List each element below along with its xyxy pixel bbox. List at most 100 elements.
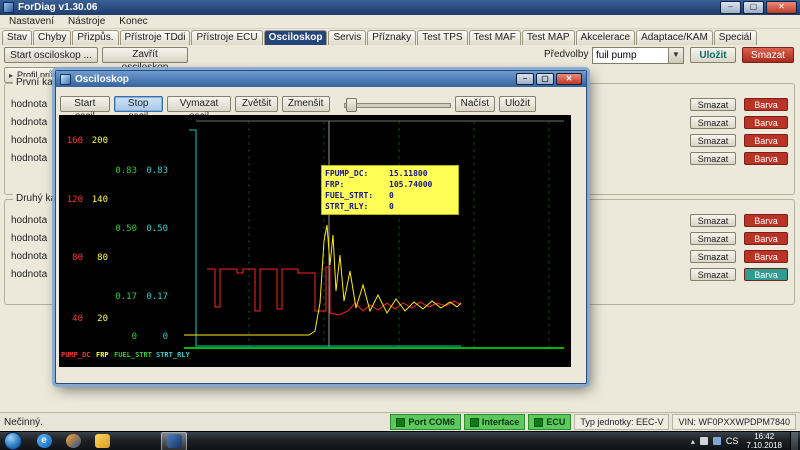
tooltip-signal-value: 0 bbox=[389, 190, 394, 201]
ulozit-oscil-button[interactable]: Uložit bbox=[499, 96, 536, 112]
system-tray: ▴ CS 16:42 7.10.2018 bbox=[691, 432, 798, 450]
smazat-row-button[interactable]: Smazat bbox=[690, 116, 736, 129]
vymazat-oscil-button[interactable]: Vymazat oscil bbox=[167, 96, 232, 112]
tooltip-signal-name: FPUMP_DC: bbox=[325, 168, 389, 179]
dialog-close-icon[interactable] bbox=[556, 73, 582, 85]
smazat-row-button[interactable]: Smazat bbox=[690, 250, 736, 263]
folder-taskbar-button[interactable] bbox=[90, 433, 114, 450]
tab-stav[interactable]: Stav bbox=[2, 30, 32, 46]
tab-test-map[interactable]: Test MAP bbox=[522, 30, 575, 46]
start-oscil-button[interactable]: Start oscil bbox=[60, 96, 110, 112]
menu-item-n-stroje[interactable]: Nástroje bbox=[61, 16, 112, 27]
tab-test-maf[interactable]: Test MAF bbox=[469, 30, 521, 46]
show-desktop-button[interactable] bbox=[790, 432, 798, 450]
start-osciloskop-button[interactable]: Start osciloskop ... bbox=[4, 47, 98, 63]
tooltip-signal-name: FUEL_STRT: bbox=[325, 190, 389, 201]
smazat-row-button[interactable]: Smazat bbox=[690, 134, 736, 147]
smazat-row-button[interactable]: Smazat bbox=[690, 98, 736, 111]
tab-adaptace-kam[interactable]: Adaptace/KAM bbox=[636, 30, 713, 46]
zoom-slider[interactable] bbox=[344, 97, 451, 111]
title-bar[interactable]: ForDiag v1.30.06 bbox=[0, 0, 800, 15]
barva-row-button[interactable]: Barva bbox=[744, 232, 788, 245]
tab-osciloskop[interactable]: Osciloskop bbox=[264, 30, 328, 46]
tooltip-signal-value: 0 bbox=[389, 201, 394, 212]
internet-explorer-icon: e bbox=[37, 434, 52, 448]
smazat-row-button[interactable]: Smazat bbox=[690, 214, 736, 227]
tooltip-signal-name: FRP: bbox=[325, 179, 389, 190]
folder-icon bbox=[95, 434, 110, 448]
oscilloscope-screen[interactable]: 1602000.830.831201400.500.5080800.170.17… bbox=[59, 115, 571, 367]
scope-tooltip: FPUMP_DC:15.11800FRP:105.74000FUEL_STRT:… bbox=[321, 165, 459, 215]
ulozit-preset-button[interactable]: Uložit bbox=[690, 47, 736, 63]
maximize-icon[interactable] bbox=[743, 1, 764, 14]
stop-oscil-button[interactable]: Stop oscil bbox=[114, 96, 163, 112]
tab-akcelerace[interactable]: Akcelerace bbox=[576, 30, 635, 46]
firefox-taskbar-button[interactable] bbox=[61, 433, 85, 450]
clock-time: 16:42 bbox=[746, 432, 782, 441]
zavrit-osciloskop-button[interactable]: Zavřít osciloskop bbox=[102, 47, 188, 63]
zvetsit-button[interactable]: Zvětšit - bbox=[235, 96, 277, 112]
firefox-icon bbox=[66, 434, 81, 448]
chevron-down-icon[interactable]: ▼ bbox=[668, 48, 683, 63]
smazat-preset-button[interactable]: Smazat bbox=[742, 47, 794, 63]
tab-chyby[interactable]: Chyby bbox=[33, 30, 71, 46]
zoom-slider-thumb[interactable] bbox=[346, 98, 357, 112]
barva-row-button[interactable]: Barva bbox=[744, 268, 788, 281]
language-indicator[interactable]: CS bbox=[726, 436, 739, 446]
tab-test-tps[interactable]: Test TPS bbox=[417, 30, 467, 46]
zmensit-button[interactable]: Zmenšit - bbox=[282, 96, 330, 112]
tab-p-izp-s[interactable]: Přizpůs. bbox=[72, 30, 118, 46]
smazat-row-button[interactable]: Smazat bbox=[690, 152, 736, 165]
barva-row-button[interactable]: Barva bbox=[744, 152, 788, 165]
menu-item-konec[interactable]: Konec bbox=[112, 16, 154, 27]
barva-row-button[interactable]: Barva bbox=[744, 134, 788, 147]
dialog-title-bar[interactable]: Osciloskop bbox=[56, 71, 586, 87]
tray-icon[interactable] bbox=[700, 437, 708, 445]
status-segment-ecu: ECU bbox=[528, 414, 571, 430]
preset-combobox[interactable]: fuil pump ▼ bbox=[592, 47, 684, 64]
tooltip-row: FRP:105.74000 bbox=[325, 179, 455, 190]
barva-row-button[interactable]: Barva bbox=[744, 98, 788, 111]
tray-icon[interactable] bbox=[713, 437, 721, 445]
smazat-row-button[interactable]: Smazat bbox=[690, 268, 736, 281]
tab-speci-l[interactable]: Speciál bbox=[714, 30, 757, 46]
nacist-button[interactable]: Načíst bbox=[455, 96, 495, 112]
tab-p-stroje-tddi[interactable]: Přístroje TDdi bbox=[120, 30, 191, 46]
osciloskop-dialog: Osciloskop Start oscil Stop oscil Vymaza… bbox=[55, 70, 587, 384]
menu-item-nastaven[interactable]: Nastavení bbox=[2, 16, 61, 27]
status-segment-label: Typ jednotky: EEC-V bbox=[580, 417, 663, 427]
smazat-row-button[interactable]: Smazat bbox=[690, 232, 736, 245]
status-segments: Port COM6 Interface ECU Typ jednotky: EEC-V… bbox=[390, 414, 796, 430]
tab-p-znaky[interactable]: Příznaky bbox=[367, 30, 416, 46]
internet-explorer-taskbar-button[interactable]: e bbox=[32, 433, 56, 450]
dialog-toolbar: Start oscil Stop oscil Vymazat oscil Zvě… bbox=[56, 87, 586, 116]
window-title: ForDiag v1.30.06 bbox=[18, 2, 97, 13]
zoom-slider-track bbox=[344, 103, 451, 108]
tray-expand-icon[interactable]: ▴ bbox=[691, 437, 695, 446]
barva-row-button[interactable]: Barva bbox=[744, 116, 788, 129]
status-led-icon bbox=[470, 418, 479, 427]
tab-p-stroje-ecu[interactable]: Přístroje ECU bbox=[191, 30, 262, 46]
status-segment-label: Port COM6 bbox=[408, 417, 455, 427]
app-icon bbox=[3, 2, 14, 13]
barva-row-button[interactable]: Barva bbox=[744, 250, 788, 263]
start-button[interactable] bbox=[4, 432, 22, 450]
barva-row-button[interactable]: Barva bbox=[744, 214, 788, 227]
status-segment-label: ECU bbox=[546, 417, 565, 427]
status-segment-interface: Interface bbox=[464, 414, 526, 430]
preset-value: fuil pump bbox=[593, 50, 668, 61]
status-segment-label: Interface bbox=[482, 417, 520, 427]
clock[interactable]: 16:42 7.10.2018 bbox=[746, 432, 782, 450]
tooltip-signal-name: STRT_RLY: bbox=[325, 201, 389, 212]
status-text: Nečinný. bbox=[4, 417, 43, 428]
tooltip-row: FPUMP_DC:15.11800 bbox=[325, 168, 455, 179]
close-icon[interactable] bbox=[766, 1, 797, 14]
tooltip-row: FUEL_STRT:0 bbox=[325, 190, 455, 201]
fordiag-taskbar-button[interactable] bbox=[161, 432, 187, 450]
dialog-minimize-icon[interactable] bbox=[516, 73, 534, 85]
dialog-maximize-icon[interactable] bbox=[536, 73, 554, 85]
minimize-icon[interactable] bbox=[720, 1, 741, 14]
taskbar: e ▴ CS 16:42 7.10.2018 bbox=[0, 431, 800, 450]
status-led-icon bbox=[534, 418, 543, 427]
tab-servis[interactable]: Servis bbox=[328, 30, 366, 46]
